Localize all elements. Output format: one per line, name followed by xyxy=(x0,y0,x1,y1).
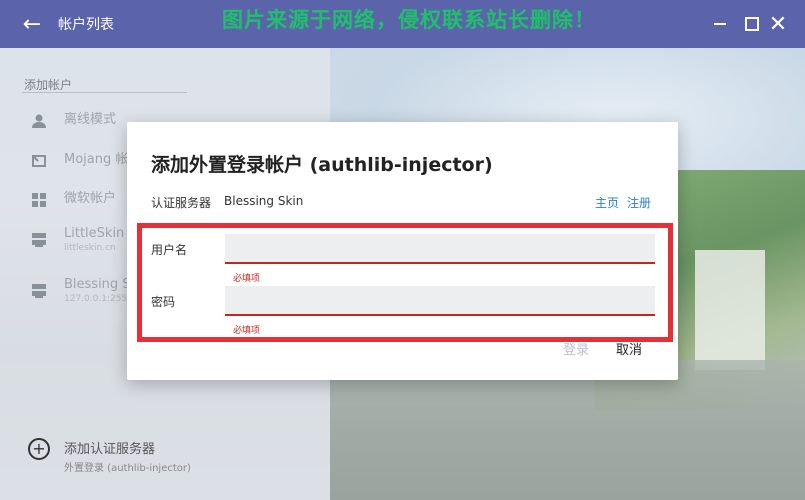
home-link[interactable]: 主页 xyxy=(595,194,619,211)
password-label: 密码 xyxy=(151,295,176,309)
windows-icon xyxy=(28,189,50,211)
username-input[interactable] xyxy=(225,234,655,264)
person-icon xyxy=(28,110,50,132)
sidebar-divider xyxy=(22,92,187,93)
background-water xyxy=(330,360,805,500)
server-icon xyxy=(28,228,50,250)
add-circle-icon: + xyxy=(28,438,50,460)
login-button[interactable]: 登录 xyxy=(563,339,589,358)
username-label: 用户名 xyxy=(151,243,188,257)
username-error: 必填项 xyxy=(233,274,261,284)
dialog-title: 添加外置登录帐户 (authlib-injector) xyxy=(151,154,493,176)
sidebar-item-label: LittleSkin xyxy=(64,226,125,241)
back-arrow-icon[interactable]: ← xyxy=(16,8,48,40)
minimize-icon[interactable] xyxy=(710,14,730,34)
mojang-icon xyxy=(28,150,50,172)
add-account-dialog: 添加外置登录帐户 (authlib-injector) 认证服务器 Blessi… xyxy=(127,122,678,380)
add-server-label: 添加认证服务器 xyxy=(64,442,156,457)
maximize-icon[interactable] xyxy=(742,14,762,34)
title-bar: ← 帐户列表 图片来源于网络，侵权联系站长删除！ ✕ xyxy=(0,0,805,48)
add-auth-server-button[interactable]: + 添加认证服务器 外置登录 (authlib-injector) xyxy=(28,438,191,474)
page-title: 帐户列表 xyxy=(58,17,114,33)
sidebar-section-label: 添加帐户 xyxy=(24,78,73,92)
sidebar-item-sub: littleskin.cn xyxy=(64,243,116,253)
password-error: 必填项 xyxy=(233,326,261,336)
sidebar-item-label: 微软帐户 xyxy=(64,191,117,206)
auth-server-label: 认证服务器 xyxy=(151,196,212,210)
sidebar-item-label: 离线模式 xyxy=(64,112,117,127)
server-icon xyxy=(28,279,50,301)
cancel-button[interactable]: 取消 xyxy=(616,339,642,358)
add-server-sub: 外置登录 (authlib-injector) xyxy=(64,463,191,474)
close-icon[interactable]: ✕ xyxy=(768,12,788,37)
password-input[interactable] xyxy=(225,286,655,316)
background-birch-trunk xyxy=(695,250,765,370)
watermark-text: 图片来源于网络，侵权联系站长删除！ xyxy=(222,8,596,32)
register-link[interactable]: 注册 xyxy=(627,194,651,211)
auth-server-value: Blessing Skin xyxy=(224,194,304,208)
